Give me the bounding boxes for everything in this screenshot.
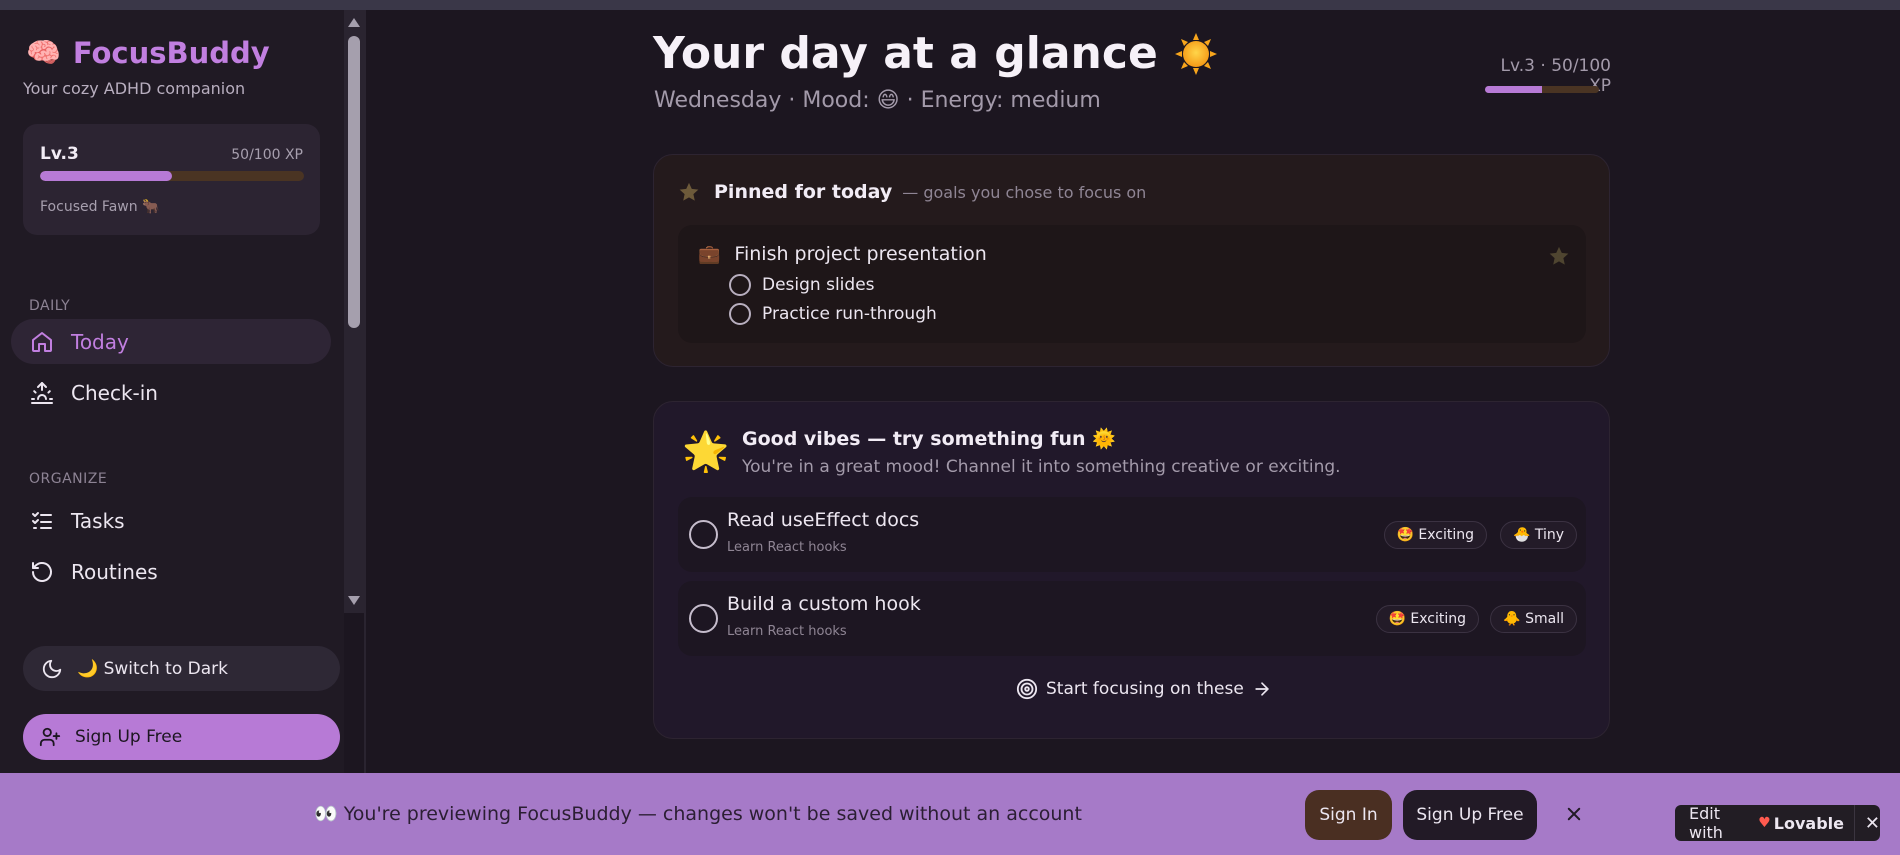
lovable-brand: Lovable: [1773, 813, 1844, 833]
subtitle-day: Wednesday · Mood:: [654, 88, 870, 113]
star-icon: [679, 182, 699, 201]
section-label-daily: DAILY: [29, 298, 71, 314]
task-checkbox[interactable]: [689, 604, 718, 633]
start-focusing-label: Start focusing on these: [1046, 679, 1244, 699]
preview-banner-text: 👀 You're previewing FocusBuddy — changes…: [314, 803, 1082, 825]
user-plus-icon: [37, 724, 63, 750]
list-checks-icon: [27, 506, 57, 536]
sidebar-item-tasks[interactable]: Tasks: [11, 498, 331, 543]
sparkle-burst-icon: 🌟: [682, 429, 730, 473]
sidebar-item-check-in[interactable]: Check-in: [11, 370, 331, 415]
pinned-header: Pinned for today — goals you chose to fo…: [678, 181, 1146, 203]
briefcase-icon: 💼: [698, 243, 721, 265]
task-subtitle: Learn React hooks: [727, 624, 847, 639]
chip-tiny: 🐣 Tiny: [1499, 521, 1577, 549]
app-name: FocusBuddy: [72, 36, 270, 70]
sign-up-label: Sign Up Free: [75, 727, 183, 747]
switch-theme-button[interactable]: 🌙 Switch to Dark: [23, 646, 340, 691]
sidebar-sign-up-button[interactable]: Sign Up Free: [23, 714, 340, 760]
lovable-close-icon[interactable]: ✕: [1865, 813, 1880, 834]
chip-exciting: 🤩 Exciting: [1375, 605, 1479, 633]
sidebar-item-label: Today: [71, 329, 129, 354]
level-label: Lv.3: [40, 144, 79, 164]
lovable-divider: [1854, 805, 1855, 841]
sunrise-icon: [27, 378, 57, 408]
page-subtitle: Wednesday · Mood: 😄 · Energy: medium: [654, 88, 1101, 113]
lovable-prefix: Edit with: [1689, 804, 1723, 842]
vibes-title: Good vibes — try something fun 🌞: [742, 428, 1116, 450]
level-card: Lv.3 50/100 XP Focused Fawn 🐂: [23, 124, 320, 235]
task-subtitle: Learn React hooks: [727, 540, 847, 555]
vibes-description: You're in a great mood! Channel it into …: [742, 457, 1341, 477]
xp-progress-bar: [40, 171, 304, 181]
subtask-item[interactable]: Design slides: [729, 274, 875, 296]
rotate-ccw-icon: [27, 557, 57, 587]
xp-label: 50/100 XP: [231, 147, 303, 163]
lovable-heart-icon: ♥: [1758, 815, 1771, 831]
sidebar: 🧠 FocusBuddy Your cozy ADHD companion Lv…: [0, 10, 344, 773]
subtask-checkbox[interactable]: [729, 303, 751, 325]
moon-icon: [39, 656, 65, 682]
page-title-text: Your day at a glance: [653, 28, 1158, 79]
sidebar-scrollbar[interactable]: [344, 10, 364, 613]
xp-progress-fill: [40, 171, 172, 181]
pinned-title: Pinned for today: [714, 181, 893, 203]
brand[interactable]: 🧠 FocusBuddy: [26, 36, 270, 70]
good-vibes-card: 🌟 Good vibes — try something fun 🌞 You'r…: [653, 401, 1610, 739]
app-tagline: Your cozy ADHD companion: [23, 79, 246, 98]
task-title: Build a custom hook: [727, 593, 921, 615]
companion-name: Focused Fawn 🐂: [40, 199, 160, 215]
start-focusing-button[interactable]: Start focusing on these: [1016, 678, 1272, 700]
scroll-down-arrow-icon[interactable]: [348, 596, 360, 605]
task-checkbox[interactable]: [689, 520, 718, 549]
scrollbar-thumb[interactable]: [348, 36, 360, 328]
brain-icon: 🧠: [26, 36, 61, 69]
chip-small: 🐥 Small: [1490, 605, 1577, 633]
switch-theme-label: 🌙 Switch to Dark: [77, 658, 228, 679]
close-icon[interactable]: [1560, 800, 1588, 828]
sidebar-item-label: Routines: [71, 559, 158, 584]
preview-banner: 👀 You're previewing FocusBuddy — changes…: [0, 773, 1900, 855]
subtask-label: Design slides: [762, 275, 875, 295]
subtitle-energy: · Energy: medium: [906, 88, 1101, 113]
sidebar-item-label: Tasks: [71, 508, 125, 533]
task-row[interactable]: Build a custom hook Learn React hooks 🤩 …: [678, 581, 1586, 656]
pinned-goal[interactable]: 💼 Finish project presentation Design sli…: [678, 225, 1586, 343]
edit-with-lovable-badge[interactable]: Edit with ♥ Lovable ✕: [1675, 804, 1880, 842]
target-icon: [1016, 678, 1038, 700]
unpin-star-icon[interactable]: [1548, 245, 1570, 271]
subtask-label: Practice run-through: [762, 304, 937, 324]
goal-title-row: 💼 Finish project presentation: [698, 243, 987, 265]
sidebar-item-label: Check-in: [71, 380, 158, 405]
pinned-card: Pinned for today — goals you chose to fo…: [653, 154, 1610, 367]
sidebar-divider: [364, 10, 366, 773]
header-xp-fill: [1485, 86, 1542, 93]
goal-title: Finish project presentation: [734, 243, 987, 265]
sun-icon: [1174, 32, 1217, 75]
sidebar-item-routines[interactable]: Routines: [11, 549, 331, 594]
subtask-item[interactable]: Practice run-through: [729, 303, 937, 325]
top-strip: [0, 0, 1900, 10]
task-row[interactable]: Read useEffect docs Learn React hooks 🤩 …: [678, 497, 1586, 572]
chip-exciting: 🤩 Exciting: [1383, 521, 1487, 549]
header-xp-bar: [1485, 86, 1599, 93]
task-title: Read useEffect docs: [727, 509, 920, 531]
banner-sign-up-button[interactable]: Sign Up Free: [1403, 790, 1537, 840]
subtask-checkbox[interactable]: [729, 274, 751, 296]
home-icon: [27, 327, 57, 357]
scroll-up-arrow-icon[interactable]: [348, 18, 360, 27]
pinned-subtitle: — goals you chose to focus on: [902, 182, 1147, 202]
sidebar-item-today[interactable]: Today: [11, 319, 331, 364]
page-title: Your day at a glance: [653, 28, 1218, 79]
sign-in-button[interactable]: Sign In: [1305, 790, 1392, 840]
arrow-right-icon: [1255, 682, 1269, 696]
section-label-organize: ORGANIZE: [29, 471, 108, 487]
mood-emoji: 😄: [876, 88, 900, 113]
